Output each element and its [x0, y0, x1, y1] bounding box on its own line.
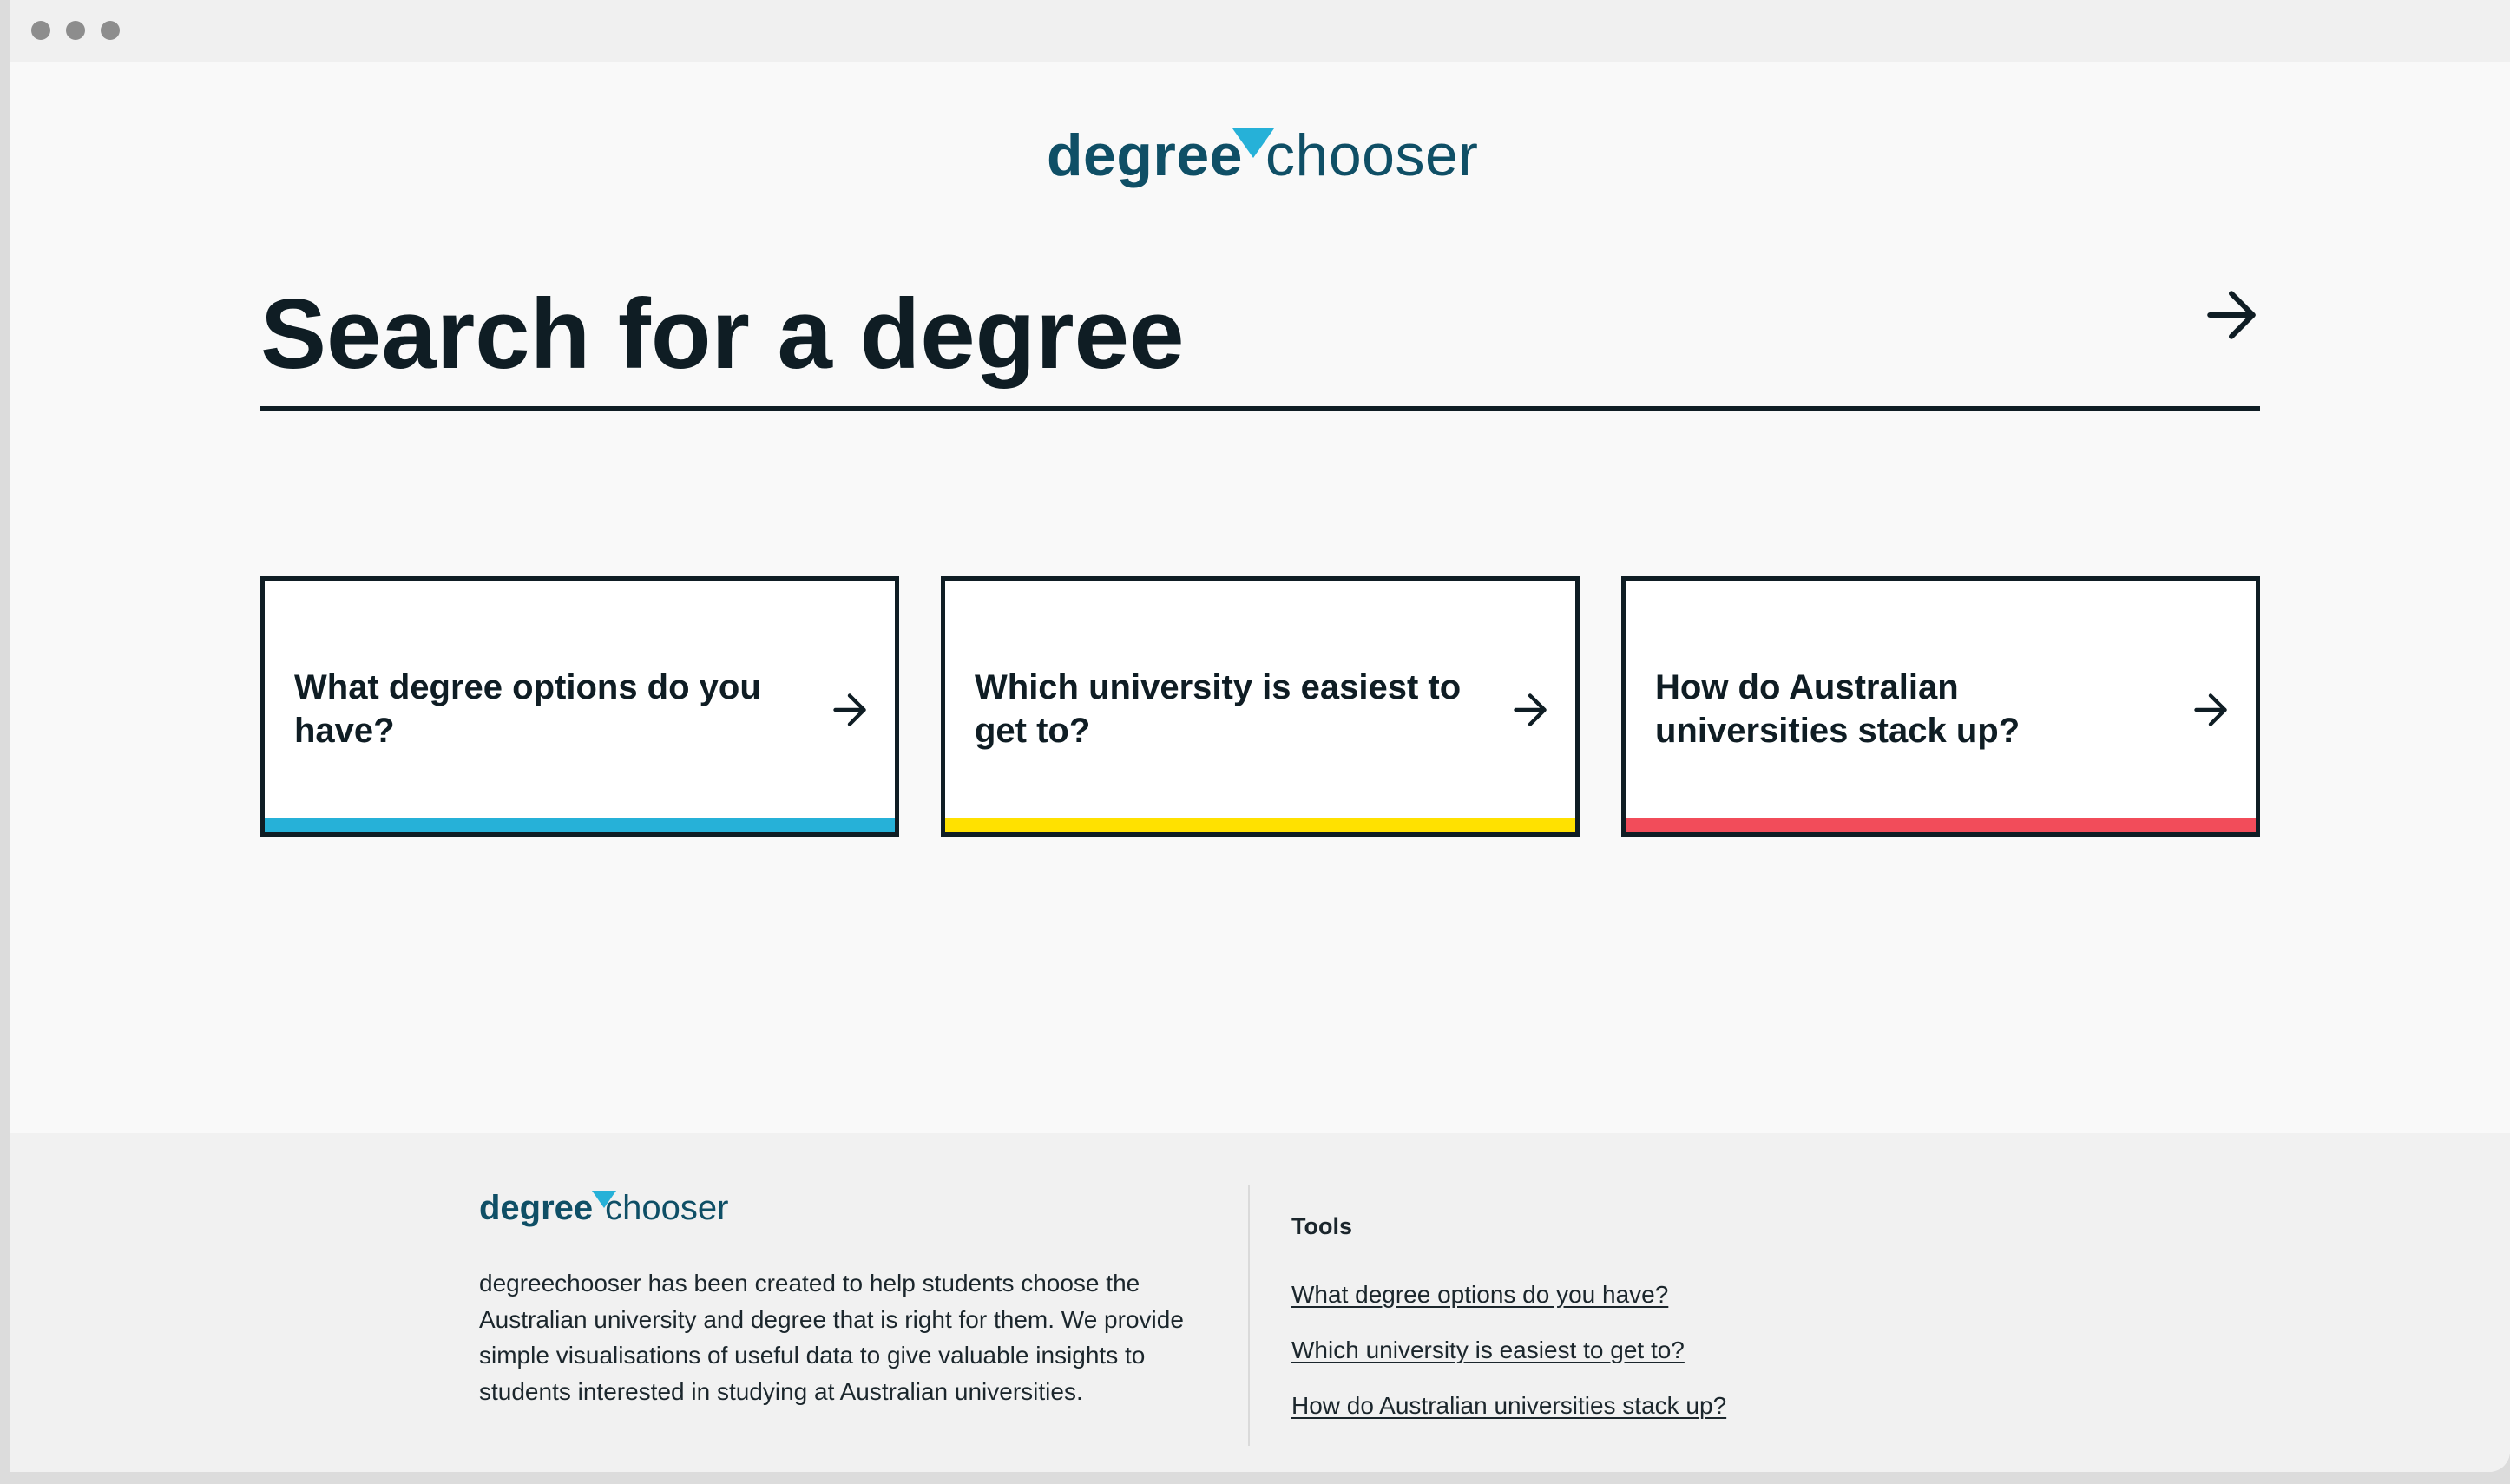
- arrow-right-icon[interactable]: [2203, 286, 2260, 344]
- logo-word-degree: degree: [1047, 122, 1243, 188]
- card-university-easiest[interactable]: Which university is easiest to get to?: [941, 576, 1580, 837]
- tools-heading: Tools: [1291, 1213, 1352, 1239]
- arrow-right-icon: [1514, 693, 1547, 726]
- card-label: Which university is easiest to get to?: [975, 668, 1462, 750]
- tools-link-degree-options[interactable]: What degree options do you have?: [1291, 1281, 1668, 1309]
- card-label: How do Australian universities stack up?: [1655, 668, 2020, 750]
- tools-link-universities-stack-up[interactable]: How do Australian universities stack up?: [1291, 1392, 1726, 1420]
- window-maximize-dot[interactable]: [101, 21, 120, 40]
- logo-triangle-icon: [592, 1191, 616, 1208]
- card-label: What degree options do you have?: [294, 668, 761, 750]
- degree-search-bar: [260, 260, 2260, 411]
- footer-logo[interactable]: degree chooser: [479, 1189, 728, 1228]
- tools-link-university-easiest[interactable]: Which university is easiest to get to?: [1291, 1336, 1685, 1364]
- logo-triangle-icon: [1232, 128, 1274, 158]
- title-bar: [10, 0, 2510, 62]
- card-accent-bar: [1626, 818, 2256, 832]
- card-accent-bar: [945, 818, 1575, 832]
- window-minimize-dot[interactable]: [66, 21, 85, 40]
- logo-word-degree: degree: [479, 1189, 594, 1227]
- card-degree-options[interactable]: What degree options do you have?: [260, 576, 899, 837]
- footer: degree chooser degreechooser has been cre…: [10, 1133, 2510, 1472]
- logo-word-chooser: chooser: [605, 1189, 729, 1227]
- window-close-dot[interactable]: [31, 21, 50, 40]
- arrow-right-icon: [2194, 693, 2227, 726]
- card-accent-bar: [265, 818, 895, 832]
- header-logo[interactable]: degree chooser: [1047, 121, 1478, 189]
- footer-divider: [1248, 1185, 1250, 1446]
- arrow-right-icon: [833, 693, 866, 726]
- logo-word-chooser: chooser: [1265, 122, 1479, 188]
- card-universities-stack-up[interactable]: How do Australian universities stack up?: [1621, 576, 2260, 837]
- browser-window: degree chooser What degree options do you…: [10, 0, 2510, 1472]
- footer-description: degreechooser has been created to help s…: [479, 1270, 1184, 1405]
- degree-search-input[interactable]: [260, 278, 2126, 391]
